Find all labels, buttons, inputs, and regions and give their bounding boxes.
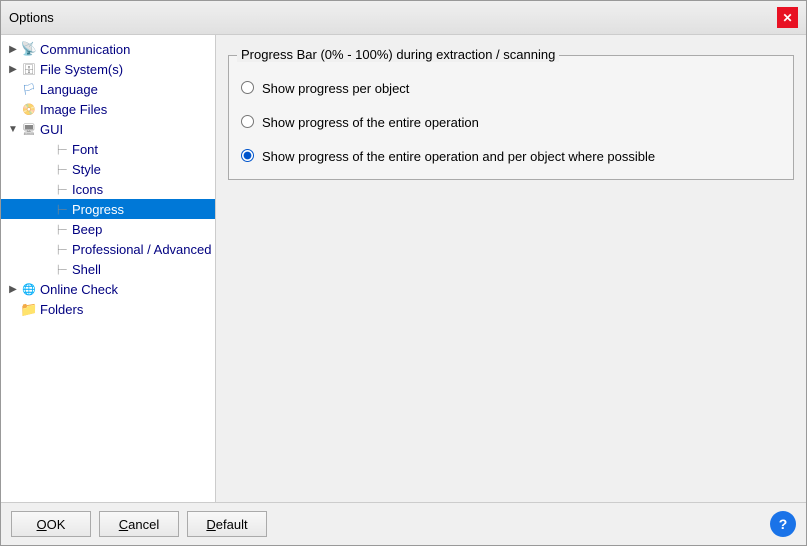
expand-arrow-icons [37,181,53,197]
sidebar-item-language[interactable]: 🏳Language [1,79,215,99]
sidebar-item-beep[interactable]: ├─Beep [1,219,215,239]
sidebar-label-folders: Folders [40,302,83,317]
cancel-button[interactable]: Cancel [99,511,179,537]
sidebar-item-imagefiles[interactable]: 📀Image Files [1,99,215,119]
sidebar-item-shell[interactable]: ├─Shell [1,259,215,279]
radio-opt2[interactable] [241,115,254,128]
sidebar: ▶📡Communication▶🗄File System(s)🏳Language… [1,35,216,502]
sidebar-item-communication[interactable]: ▶📡Communication [1,39,215,59]
expand-arrow-shell [37,261,53,277]
icon-imagefiles: 📀 [21,101,37,117]
sidebar-label-shell: Shell [72,262,101,277]
radio-label-opt3[interactable]: Show progress of the entire operation an… [262,148,655,166]
window-title: Options [9,10,54,25]
option-2[interactable]: Show progress of the entire operation [241,114,781,132]
expand-arrow-professional [37,241,53,257]
radio-label-opt1[interactable]: Show progress per object [262,80,409,98]
options-window: Options ✕ ▶📡Communication▶🗄File System(s… [0,0,807,546]
icon-language: 🏳 [21,81,37,97]
sidebar-label-communication: Communication [40,42,130,57]
option-3[interactable]: Show progress of the entire operation an… [241,148,781,166]
expand-arrow-gui: ▼ [5,121,21,137]
expand-arrow-style [37,161,53,177]
expand-arrow-beep [37,221,53,237]
sidebar-item-gui[interactable]: ▼🖥GUI [1,119,215,139]
bullet-professional: ├─ [53,241,69,257]
icon-gui: 🖥 [21,121,37,137]
sidebar-item-style[interactable]: ├─Style [1,159,215,179]
radio-label-opt2[interactable]: Show progress of the entire operation [262,114,479,132]
bullet-style: ├─ [53,161,69,177]
default-button[interactable]: Default [187,511,267,537]
option-1[interactable]: Show progress per object [241,80,781,98]
main-panel: Progress Bar (0% - 100%) during extracti… [216,35,806,502]
icon-folders: 📁 [21,301,37,317]
sidebar-label-gui: GUI [40,122,63,137]
expand-arrow-progress [37,201,53,217]
expand-arrow-language [5,81,21,97]
bullet-icons: ├─ [53,181,69,197]
sidebar-item-icons[interactable]: ├─Icons [1,179,215,199]
sidebar-item-font[interactable]: ├─Font [1,139,215,159]
bottom-bar: OOK Cancel Default ? [1,502,806,545]
sidebar-item-onlinecheck[interactable]: ▶🌐Online Check [1,279,215,299]
content-area: ▶📡Communication▶🗄File System(s)🏳Language… [1,35,806,502]
expand-arrow-onlinecheck: ▶ [5,281,21,297]
sidebar-item-professional[interactable]: ├─Professional / Advanced [1,239,215,259]
help-button[interactable]: ? [770,511,796,537]
sidebar-label-icons: Icons [72,182,103,197]
icon-onlinecheck: 🌐 [21,281,37,297]
expand-arrow-folders [5,301,21,317]
sidebar-label-language: Language [40,82,98,97]
progress-group-box: Progress Bar (0% - 100%) during extracti… [228,55,794,180]
expand-arrow-imagefiles [5,101,21,117]
title-bar: Options ✕ [1,1,806,35]
expand-arrow-filesystem: ▶ [5,61,21,77]
sidebar-label-font: Font [72,142,98,157]
ok-button[interactable]: OOK [11,511,91,537]
sidebar-label-imagefiles: Image Files [40,102,107,117]
sidebar-label-style: Style [72,162,101,177]
sidebar-label-beep: Beep [72,222,102,237]
group-legend: Progress Bar (0% - 100%) during extracti… [237,47,559,62]
bullet-progress: ├─ [53,201,69,217]
radio-opt1[interactable] [241,81,254,94]
sidebar-label-onlinecheck: Online Check [40,282,118,297]
sidebar-item-progress[interactable]: ├─Progress [1,199,215,219]
sidebar-label-professional: Professional / Advanced [72,242,211,257]
sidebar-label-filesystem: File System(s) [40,62,123,77]
bullet-font: ├─ [53,141,69,157]
bullet-shell: ├─ [53,261,69,277]
expand-arrow-font [37,141,53,157]
bullet-beep: ├─ [53,221,69,237]
close-button[interactable]: ✕ [777,7,798,28]
sidebar-label-progress: Progress [72,202,124,217]
icon-communication: 📡 [21,41,37,57]
radio-opt3[interactable] [241,149,254,162]
sidebar-item-folders[interactable]: 📁Folders [1,299,215,319]
icon-filesystem: 🗄 [21,61,37,77]
expand-arrow-communication: ▶ [5,41,21,57]
sidebar-item-filesystem[interactable]: ▶🗄File System(s) [1,59,215,79]
